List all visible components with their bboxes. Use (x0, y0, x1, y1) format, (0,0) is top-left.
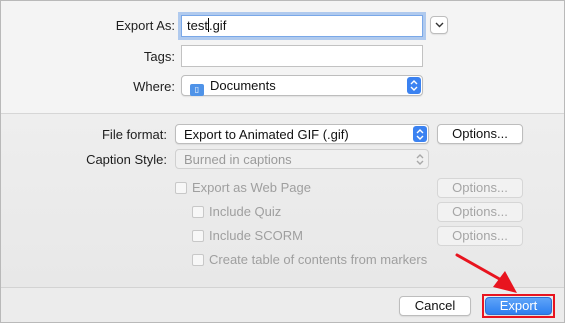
annotation-arrow-icon (455, 253, 517, 293)
caption-style-stepper (413, 151, 427, 167)
export-dialog: Export As: test.gif Tags: Where: ▯ Docume… (0, 0, 565, 323)
include-scorm-label: Include SCORM (209, 228, 303, 243)
tags-input[interactable] (181, 45, 423, 67)
file-format-stepper (413, 126, 427, 142)
tags-label: Tags: (143, 49, 175, 64)
file-format-label: File format: (101, 127, 167, 142)
caption-style-value: Burned in captions (184, 152, 292, 167)
export-as-label: Export As: (115, 18, 175, 33)
checkbox-box (192, 253, 204, 266)
toc-markers-checkbox[interactable]: Create table of contents from markers (192, 252, 427, 267)
folder-icon: ▯ (190, 83, 204, 96)
caption-style-label: Caption Style: (86, 152, 167, 167)
checkbox-box (192, 205, 204, 218)
toc-markers-label: Create table of contents from markers (209, 252, 428, 267)
scorm-options-button[interactable]: Options... (437, 226, 523, 246)
include-quiz-checkbox[interactable]: Include Quiz (192, 204, 281, 219)
export-as-value-end: .gif (208, 18, 227, 33)
file-format-value: Export to Animated GIF (.gif) (184, 127, 349, 142)
include-quiz-label: Include Quiz (209, 204, 282, 219)
expand-dialog-button[interactable] (430, 16, 448, 34)
up-down-arrows-icon (416, 128, 424, 140)
where-stepper (407, 77, 421, 94)
include-scorm-checkbox[interactable]: Include SCORM (192, 228, 303, 243)
export-web-page-checkbox[interactable]: Export as Web Page (175, 180, 311, 195)
where-value: Documents (210, 78, 276, 93)
file-format-options-button[interactable]: Options... (437, 124, 523, 144)
web-page-options-button[interactable]: Options... (437, 178, 523, 198)
file-format-popup[interactable]: Export to Animated GIF (.gif) (175, 124, 429, 144)
where-label: Where: (133, 79, 175, 94)
checkbox-box (192, 229, 204, 242)
export-web-page-label: Export as Web Page (192, 180, 311, 195)
where-popup[interactable]: ▯ Documents (181, 75, 423, 96)
checkbox-box (175, 181, 187, 194)
export-as-input[interactable]: test.gif (181, 15, 423, 37)
up-down-arrows-icon (416, 153, 424, 165)
export-button[interactable]: Export (485, 297, 552, 315)
chevron-down-icon (435, 22, 443, 28)
cancel-button[interactable]: Cancel (399, 296, 471, 316)
quiz-options-button[interactable]: Options... (437, 202, 523, 222)
caption-style-popup[interactable]: Burned in captions (175, 149, 429, 169)
export-as-value-start: test (187, 18, 208, 33)
up-down-arrows-icon (410, 80, 418, 91)
